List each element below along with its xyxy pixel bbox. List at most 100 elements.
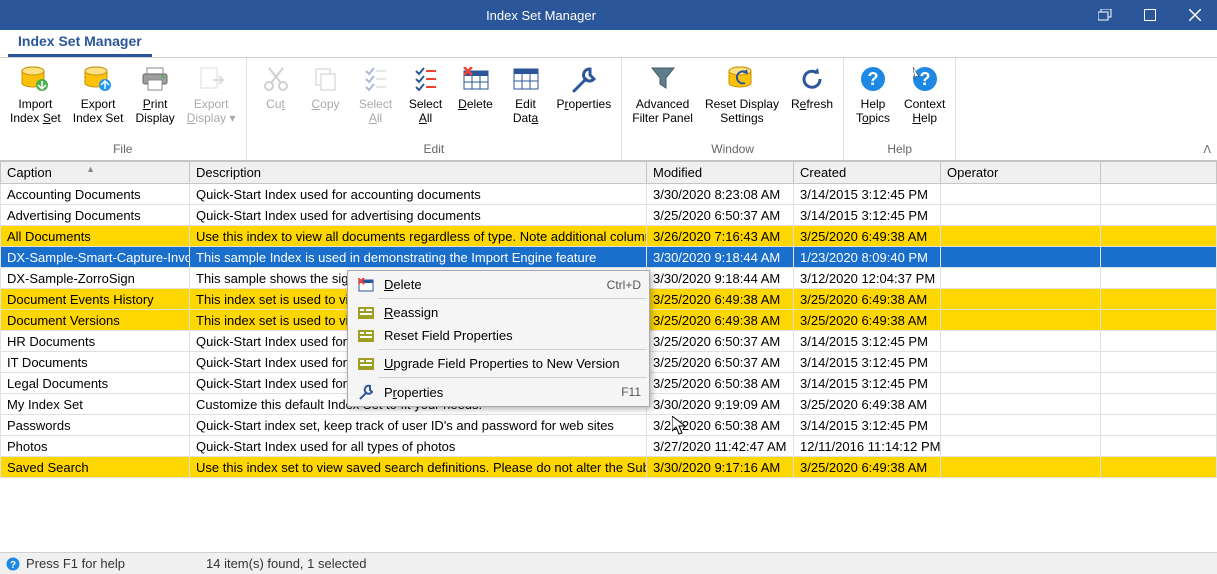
cell-caption: HR Documents [1,331,190,352]
cell-blank [1101,184,1217,205]
col-header-modified[interactable]: Modified [647,162,794,184]
cell-mod: 3/25/2020 6:50:37 AM [647,352,794,373]
reassign-icon [356,307,376,319]
cell-created: 3/14/2015 3:12:45 PM [794,331,941,352]
ctx-delete[interactable]: Delete Ctrl+D [350,273,647,296]
select-all-label: SelectAll [359,97,392,125]
ribbon-tab-index-set-manager[interactable]: Index Set Manager [8,28,152,57]
cell-mod: 3/30/2020 8:23:08 AM [647,184,794,205]
col-header-caption[interactable]: Caption▲ [1,162,190,184]
reset-display-settings-button[interactable]: Reset DisplaySettings [699,60,785,128]
select-all-disabled-button[interactable]: SelectAll [351,60,401,128]
ctx-properties[interactable]: Properties F11 [350,380,647,404]
upgrade-icon [356,358,376,370]
cell-op [941,352,1101,373]
export-display-button[interactable]: ExportDisplay ▾ [181,60,242,128]
table-row[interactable]: Accounting DocumentsQuick-Start Index us… [1,184,1217,205]
col-header-created[interactable]: Created [794,162,941,184]
properties-button[interactable]: Properties [551,60,618,114]
group-label-file: File [0,140,246,160]
select-all-button[interactable]: SelectAll [401,60,451,128]
edit-data-button[interactable]: EditData [501,60,551,128]
status-count-text: 14 item(s) found, 1 selected [206,556,366,571]
reset-display-label: Reset DisplaySettings [705,97,779,125]
cell-mod: 3/30/2020 9:17:16 AM [647,457,794,478]
table-row[interactable]: PhotosQuick-Start Index used for all typ… [1,436,1217,457]
cell-desc: Quick-Start Index used for accounting do… [190,184,647,205]
ribbon-group-window: AdvancedFilter Panel Reset DisplaySettin… [622,58,844,160]
table-row[interactable]: All DocumentsUse this index to view all … [1,226,1217,247]
cell-created: 3/14/2015 3:12:45 PM [794,352,941,373]
cell-op [941,205,1101,226]
export-index-set-button[interactable]: ExportIndex Set [67,60,130,128]
ribbon-collapse-icon[interactable]: ᐱ [1203,143,1211,156]
table-row[interactable]: DX-Sample-Smart-Capture-InvoiceThis samp… [1,247,1217,268]
help-topics-button[interactable]: ? HelpTopics [848,60,898,128]
cell-created: 3/25/2020 6:49:38 AM [794,394,941,415]
reset-field-icon [356,330,376,342]
cell-mod: 3/26/2020 7:16:43 AM [647,226,794,247]
table-row[interactable]: Saved SearchUse this index set to view s… [1,457,1217,478]
ribbon-group-help: ? HelpTopics ? ContextHelp Help [844,58,956,160]
cell-op [941,289,1101,310]
cell-caption: Passwords [1,415,190,436]
context-menu: Delete Ctrl+D Reassign Reset Field Prope… [347,270,650,407]
export-display-icon [195,63,227,95]
checklist-icon [410,63,442,95]
database-reset-icon [726,63,758,95]
restore-down-icon[interactable] [1082,0,1127,30]
sort-asc-icon: ▲ [86,164,95,174]
cell-op [941,268,1101,289]
delete-label: Delete [458,97,493,111]
cell-created: 3/14/2015 3:12:45 PM [794,184,941,205]
cell-created: 1/23/2020 8:09:40 PM [794,247,941,268]
cell-blank [1101,268,1217,289]
cell-op [941,373,1101,394]
import-index-set-button[interactable]: ImportIndex Set [4,60,67,128]
advanced-filter-panel-button[interactable]: AdvancedFilter Panel [626,60,699,128]
cell-caption: IT Documents [1,352,190,373]
database-import-icon [19,63,51,95]
cell-desc: Quick-Start Index used for all types of … [190,436,647,457]
ctx-delete-shortcut: Ctrl+D [607,278,641,292]
scissors-icon [260,63,292,95]
cell-caption: All Documents [1,226,190,247]
table-row[interactable]: PasswordsQuick-Start index set, keep tra… [1,415,1217,436]
ctx-reset-field-properties[interactable]: Reset Field Properties [350,324,647,347]
delete-table-icon [460,63,492,95]
cell-blank [1101,436,1217,457]
cell-desc: Use this index to view all documents reg… [190,226,647,247]
copy-button[interactable]: Copy [301,60,351,114]
cell-blank [1101,457,1217,478]
cell-op [941,247,1101,268]
svg-text:?: ? [10,560,16,571]
cell-created: 3/14/2015 3:12:45 PM [794,415,941,436]
col-header-description[interactable]: Description [190,162,647,184]
cell-op [941,457,1101,478]
cell-mod: 3/25/2020 6:50:37 AM [647,331,794,352]
ctx-reassign[interactable]: Reassign [350,301,647,324]
col-header-operator[interactable]: Operator [941,162,1101,184]
checklist-icon [360,63,392,95]
cell-op [941,226,1101,247]
context-help-button[interactable]: ? ContextHelp [898,60,951,128]
close-icon[interactable] [1172,0,1217,30]
refresh-label: Refresh [791,97,833,111]
cell-caption: Legal Documents [1,373,190,394]
group-label-help: Help [844,140,955,160]
maximize-icon[interactable] [1127,0,1172,30]
ctx-upgrade-field-properties[interactable]: Upgrade Field Properties to New Version [350,352,647,375]
refresh-button[interactable]: Refresh [785,60,839,114]
delete-button[interactable]: Delete [451,60,501,114]
cell-blank [1101,415,1217,436]
ctx-delete-text: elete [393,277,421,292]
adv-filter-label: AdvancedFilter Panel [632,97,693,125]
help-icon: ? [857,63,889,95]
table-row[interactable]: Advertising DocumentsQuick-Start Index u… [1,205,1217,226]
cut-button[interactable]: Cut [251,60,301,114]
wrench-icon [568,63,600,95]
svg-text:?: ? [919,69,930,89]
print-display-button[interactable]: PrintDisplay [129,60,180,128]
help-hint-icon: ? [6,557,20,571]
cell-caption: Advertising Documents [1,205,190,226]
